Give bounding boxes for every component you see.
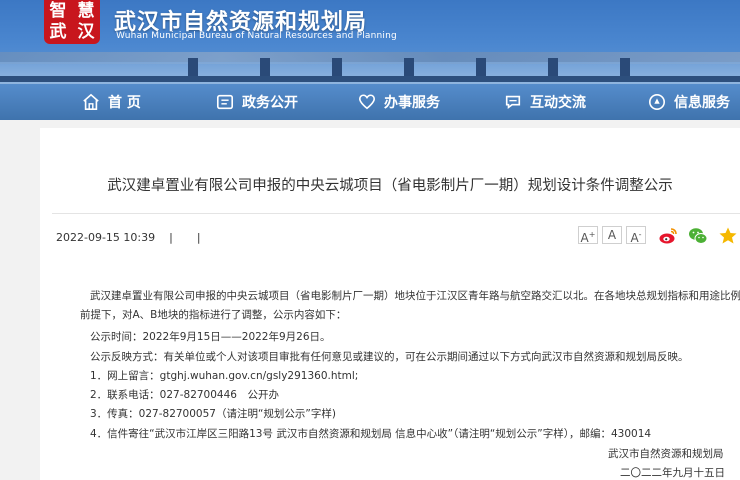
article-title: 武汉建卓置业有限公司申报的中央云城项目（省电影制片厂一期）规划设计条件调整公示	[107, 178, 673, 194]
site-header: 智 慧 武 汉 武汉市自然资源和规划局 Wuhan Municipal Bure…	[0, 0, 740, 120]
info-icon	[648, 93, 666, 111]
font-size-decrease-button[interactable]: A-	[626, 226, 646, 245]
article-meta: 2022-09-15 10:39 | |	[56, 231, 217, 244]
heart-service-icon	[358, 94, 376, 110]
main-nav: 首 页 政务公开 办事服务 互动交流 信息服务	[0, 84, 740, 120]
signature-date: 二〇二二年九月十五日	[620, 467, 725, 479]
nav-item-label: 信息服务	[674, 95, 730, 111]
title-divider	[52, 213, 740, 214]
gov-affairs-icon	[216, 94, 234, 110]
nav-item-label: 首 页	[108, 95, 141, 111]
logo-char: 武	[49, 22, 67, 42]
wechat-icon[interactable]	[688, 226, 708, 246]
nav-item-label: 政务公开	[242, 95, 298, 111]
signature-org: 武汉市自然资源和规划局	[608, 448, 724, 460]
font-size-default-button[interactable]: A	[602, 226, 622, 244]
home-icon	[83, 93, 99, 111]
meta-separator: |	[196, 231, 201, 244]
nav-item-home[interactable]: 首 页	[82, 84, 141, 120]
feedback-web: 1．网上留言：gtghj.wuhan.gov.cn/gsly291360.htm…	[90, 370, 359, 382]
chat-icon	[505, 95, 521, 110]
logo-char: 汉	[77, 22, 95, 42]
nav-item-services[interactable]: 办事服务	[358, 84, 440, 120]
nav-item-gov-affairs[interactable]: 政务公开	[216, 84, 298, 120]
notice-period: 公示时间：2022年9月15日——2022年9月26日。	[90, 331, 331, 343]
logo-char: 慧	[77, 1, 95, 21]
feedback-method: 公示反映方式：有关单位或个人对该项目审批有任何意见或建议的，可在公示期间通过以下…	[90, 351, 689, 363]
nav-item-interaction[interactable]: 互动交流	[504, 84, 586, 120]
paragraph-intro-2: 前提下，对A、B地块的指标进行了调整，公示内容如下：	[80, 309, 347, 321]
paragraph-intro-1: 武汉建卓置业有限公司申报的中央云城项目（省电影制片厂一期）地块位于江汉区青年路与…	[90, 290, 740, 302]
publish-date: 2022-09-15 10:39	[56, 231, 156, 244]
nav-item-label: 互动交流	[530, 95, 586, 111]
nav-item-info[interactable]: 信息服务	[648, 84, 730, 120]
feedback-phone: 2．联系电话：027-82700446 公开办	[90, 389, 279, 401]
weibo-icon[interactable]	[658, 226, 678, 246]
site-logo[interactable]: 智 慧 武 汉	[44, 0, 100, 44]
nav-item-label: 办事服务	[384, 95, 440, 111]
site-subtitle: Wuhan Municipal Bureau of Natural Resour…	[116, 31, 397, 41]
font-size-increase-button[interactable]: A+	[578, 226, 598, 245]
meta-separator: |	[169, 231, 173, 244]
feedback-fax: 3．传真：027-82700057（请注明“规划公示”字样)	[90, 408, 336, 420]
favorite-icon[interactable]	[718, 226, 738, 246]
logo-char: 智	[49, 1, 67, 21]
feedback-mail: 4．信件寄往“武汉市江岸区三阳路13号 武汉市自然资源和规划局 信息中心收”（请…	[90, 428, 652, 440]
header-bridge-decoration	[0, 76, 740, 82]
